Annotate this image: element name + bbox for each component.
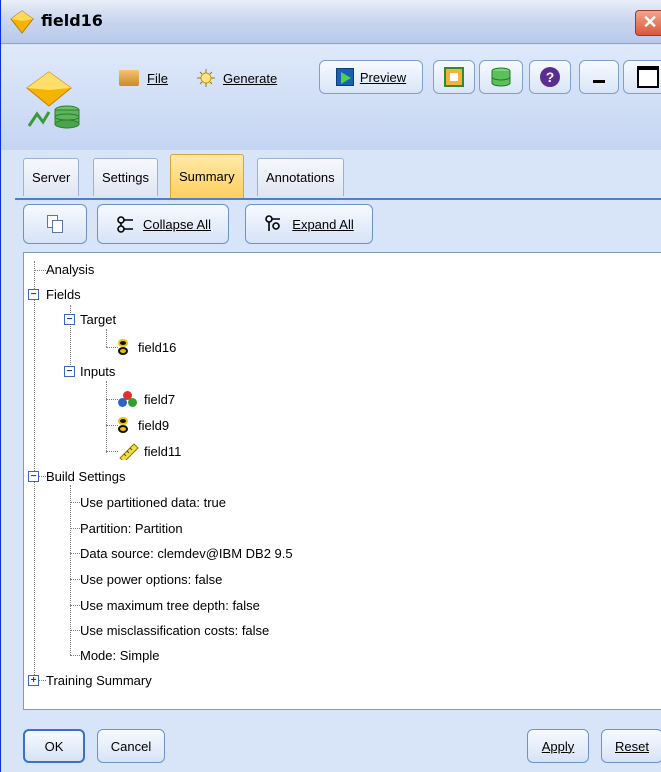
tree-item-label: Fields (46, 286, 81, 302)
collapse-toggle-icon[interactable]: − (28, 471, 39, 482)
tree-item-target[interactable]: Target (80, 309, 116, 329)
tree-item-training-summary[interactable]: Training Summary (46, 670, 152, 690)
expand-all-button[interactable]: Expand All (245, 204, 373, 244)
tree-item-label: Partition: Partition (80, 520, 183, 536)
help-icon: ? (540, 67, 560, 87)
maximize-button[interactable] (623, 60, 661, 94)
ok-button[interactable]: OK (23, 729, 85, 763)
tree-item-setting[interactable]: Use misclassification costs: false (80, 620, 269, 640)
tree-item-label: Use maximum tree depth: false (80, 597, 260, 613)
apply-label: Apply (541, 738, 575, 754)
file-menu[interactable]: File (119, 65, 168, 91)
apply-button[interactable]: Apply (527, 729, 589, 763)
tree-item-label: field11 (144, 443, 182, 459)
decision-tree-node-icon (26, 71, 80, 129)
generate-menu[interactable]: Generate (197, 65, 277, 91)
preview-play-icon (335, 68, 354, 86)
tree-item-analysis[interactable]: Analysis (46, 259, 94, 279)
copy-icon (47, 215, 63, 233)
tree-item-setting[interactable]: Data source: clemdev@IBM DB2 9.5 (80, 543, 293, 563)
copy-button[interactable] (23, 204, 87, 244)
generate-icon (197, 69, 215, 87)
tree-item-label: field7 (144, 391, 176, 407)
help-button[interactable]: ? (529, 60, 571, 94)
tree-item-label: field9 (138, 417, 170, 433)
tree-item-field11[interactable]: field11 (118, 441, 181, 461)
set-field-icon (118, 391, 138, 407)
collapse-all-button[interactable]: Collapse All (97, 204, 229, 244)
tree-item-field16[interactable]: field16 (118, 337, 176, 357)
tree-item-setting[interactable]: Use maximum tree depth: false (80, 595, 260, 615)
preview-label: Preview (359, 69, 407, 85)
tab-label: Annotations (266, 170, 335, 185)
reset-button[interactable]: Reset (601, 729, 661, 763)
generate-menu-label: Generate (223, 70, 278, 86)
tab-label: Settings (102, 170, 149, 185)
tree-item-label: Analysis (46, 261, 95, 277)
cancel-label: Cancel (110, 738, 152, 754)
tab-summary[interactable]: Summary (170, 154, 244, 198)
output-table-icon (444, 67, 464, 87)
collapse-all-label: Collapse All (143, 216, 211, 232)
tree-item-label: Mode: Simple (80, 647, 160, 663)
close-icon: ✕ (642, 12, 658, 32)
expand-all-label: Expand All (292, 216, 354, 232)
dialog-window: field16 ✕ File Generate Preview ? Server… (0, 0, 661, 772)
tree-item-label: Inputs (80, 363, 116, 379)
tree-item-label: Training Summary (46, 672, 152, 688)
tree-item-label: field16 (138, 339, 177, 355)
window-title: field16 (41, 11, 103, 30)
collapse-toggle-icon[interactable]: − (64, 366, 75, 377)
expand-toggle-icon[interactable]: + (28, 675, 39, 686)
tab-label: Summary (179, 169, 235, 184)
collapse-all-icon (117, 216, 134, 233)
node-diamond-icon (10, 10, 34, 34)
minimize-button[interactable] (579, 60, 619, 94)
minimize-icon (593, 79, 605, 83)
tab-annotations[interactable]: Annotations (257, 158, 344, 196)
tree-item-label: Use partitioned data: true (80, 494, 226, 510)
database-icon (491, 67, 511, 87)
database-button[interactable] (479, 60, 523, 94)
tree-item-setting[interactable]: Use power options: false (80, 569, 222, 589)
tab-server[interactable]: Server (23, 158, 80, 196)
tree-item-label: Build Settings (46, 468, 126, 484)
tree-item-field9[interactable]: field9 (118, 415, 169, 435)
ruler-continuous-icon (119, 443, 139, 460)
tree-item-label: Use misclassification costs: false (80, 622, 270, 638)
summary-tree[interactable]: Analysis − Fields − Target field16 − Inp… (23, 252, 661, 710)
tree-item-label: Use power options: false (80, 571, 223, 587)
folder-icon (119, 70, 139, 86)
title-bar[interactable]: field16 ✕ (1, 0, 661, 44)
collapse-toggle-icon[interactable]: − (28, 289, 39, 300)
tree-item-label: Target (80, 311, 117, 327)
tree-item-setting[interactable]: Mode: Simple (80, 645, 159, 665)
tree-item-build-settings[interactable]: Build Settings (46, 466, 126, 486)
tab-label: Server (32, 170, 71, 185)
tree-item-setting[interactable]: Partition: Partition (80, 518, 183, 538)
tree-item-label: Data source: clemdev@IBM DB2 9.5 (80, 545, 293, 561)
maximize-icon (637, 66, 659, 88)
output-button[interactable] (433, 60, 475, 94)
tree-item-fields[interactable]: Fields (46, 284, 81, 304)
tree-item-inputs[interactable]: Inputs (80, 361, 115, 381)
flag-field-icon (118, 339, 128, 355)
close-button[interactable]: ✕ (635, 10, 661, 36)
expand-all-icon (265, 215, 281, 231)
tab-settings[interactable]: Settings (93, 158, 158, 196)
preview-button[interactable]: Preview (319, 60, 423, 94)
reset-label: Reset (615, 738, 649, 754)
ok-label: OK (44, 738, 64, 754)
tree-item-field7[interactable]: field7 (118, 389, 175, 409)
file-menu-label: File (147, 70, 168, 86)
tree-item-setting[interactable]: Use partitioned data: true (80, 492, 226, 512)
collapse-toggle-icon[interactable]: − (64, 314, 75, 325)
flag-field-icon (118, 417, 128, 433)
cancel-button[interactable]: Cancel (97, 729, 165, 763)
